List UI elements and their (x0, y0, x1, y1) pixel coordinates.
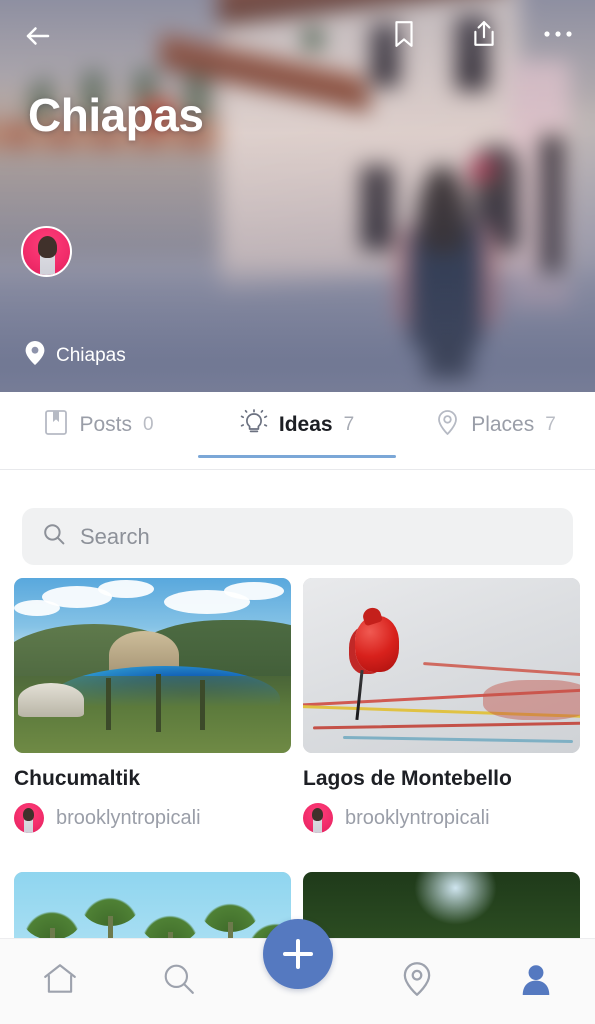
hero-location-label: Chiapas (56, 344, 126, 366)
card-author-name: brooklyntropicali (56, 806, 201, 829)
location-pin-icon (401, 961, 433, 1002)
tab-places[interactable]: Places 7 (396, 392, 595, 458)
card-thumbnail-pushpin[interactable] (303, 578, 580, 753)
nav-places[interactable] (357, 939, 476, 1024)
avatar[interactable] (21, 226, 72, 277)
profile-icon (520, 962, 552, 1001)
tab-ideas-label: Ideas (278, 413, 333, 436)
add-button[interactable] (263, 919, 333, 989)
tab-places-label: Places (471, 413, 535, 436)
nav-home[interactable] (0, 939, 119, 1024)
lightbulb-icon (240, 408, 268, 442)
card-thumbnail-palms[interactable] (14, 872, 291, 938)
card-title: Lagos de Montebello (303, 767, 512, 790)
search-box[interactable] (22, 508, 573, 565)
active-tab-indicator (198, 455, 396, 458)
app-screen: Chiapas Chiapas Posts 0 Ideas 7 Places 7… (0, 0, 595, 1024)
list-item[interactable]: Chucumaltik brooklyntropicali (14, 578, 291, 833)
share-icon[interactable] (464, 14, 504, 54)
card-author-name: brooklyntropicali (345, 806, 490, 829)
tab-ideas[interactable]: Ideas 7 (198, 392, 396, 458)
bottom-navigation (0, 919, 595, 1024)
card-author[interactable]: brooklyntropicali (14, 803, 291, 833)
card-author[interactable]: brooklyntropicali (303, 803, 580, 833)
search-section (0, 470, 595, 578)
search-icon (42, 522, 66, 551)
avatar[interactable] (14, 803, 44, 833)
tab-posts[interactable]: Posts 0 (0, 392, 198, 458)
bookmark-icon[interactable] (384, 14, 424, 54)
hero-location: Chiapas (24, 340, 126, 371)
search-input[interactable] (80, 523, 550, 550)
nav-search[interactable] (119, 939, 238, 1024)
card-thumbnail-ruins[interactable] (303, 872, 580, 938)
card-title: Chucumaltik (14, 767, 141, 790)
search-icon (162, 962, 196, 1001)
hero-header: Chiapas Chiapas (0, 0, 595, 392)
home-icon (42, 962, 78, 1001)
location-pin-icon (24, 340, 46, 371)
card-thumbnail-cenote[interactable] (14, 578, 291, 753)
list-item[interactable] (14, 872, 291, 938)
arrow-left-icon[interactable] (18, 16, 58, 56)
tab-posts-count: 0 (142, 414, 154, 435)
tab-posts-label: Posts (79, 413, 132, 436)
ideas-grid: Chucumaltik brooklyntropicali Lagos de M… (0, 578, 595, 938)
tab-bar: Posts 0 Ideas 7 Places 7 (0, 392, 595, 470)
nav-profile[interactable] (476, 939, 595, 1024)
avatar[interactable] (303, 803, 333, 833)
tab-ideas-count: 7 (343, 414, 355, 435)
list-item[interactable]: Lagos de Montebello brooklyntropicali (303, 578, 580, 833)
list-item[interactable] (303, 872, 580, 938)
page-title: Chiapas (28, 89, 204, 141)
tab-places-count: 7 (545, 414, 556, 435)
journal-bookmark-icon (44, 409, 68, 441)
more-horizontal-icon[interactable] (538, 14, 578, 54)
location-pin-icon (435, 409, 460, 442)
hero-toolbar (0, 0, 595, 60)
